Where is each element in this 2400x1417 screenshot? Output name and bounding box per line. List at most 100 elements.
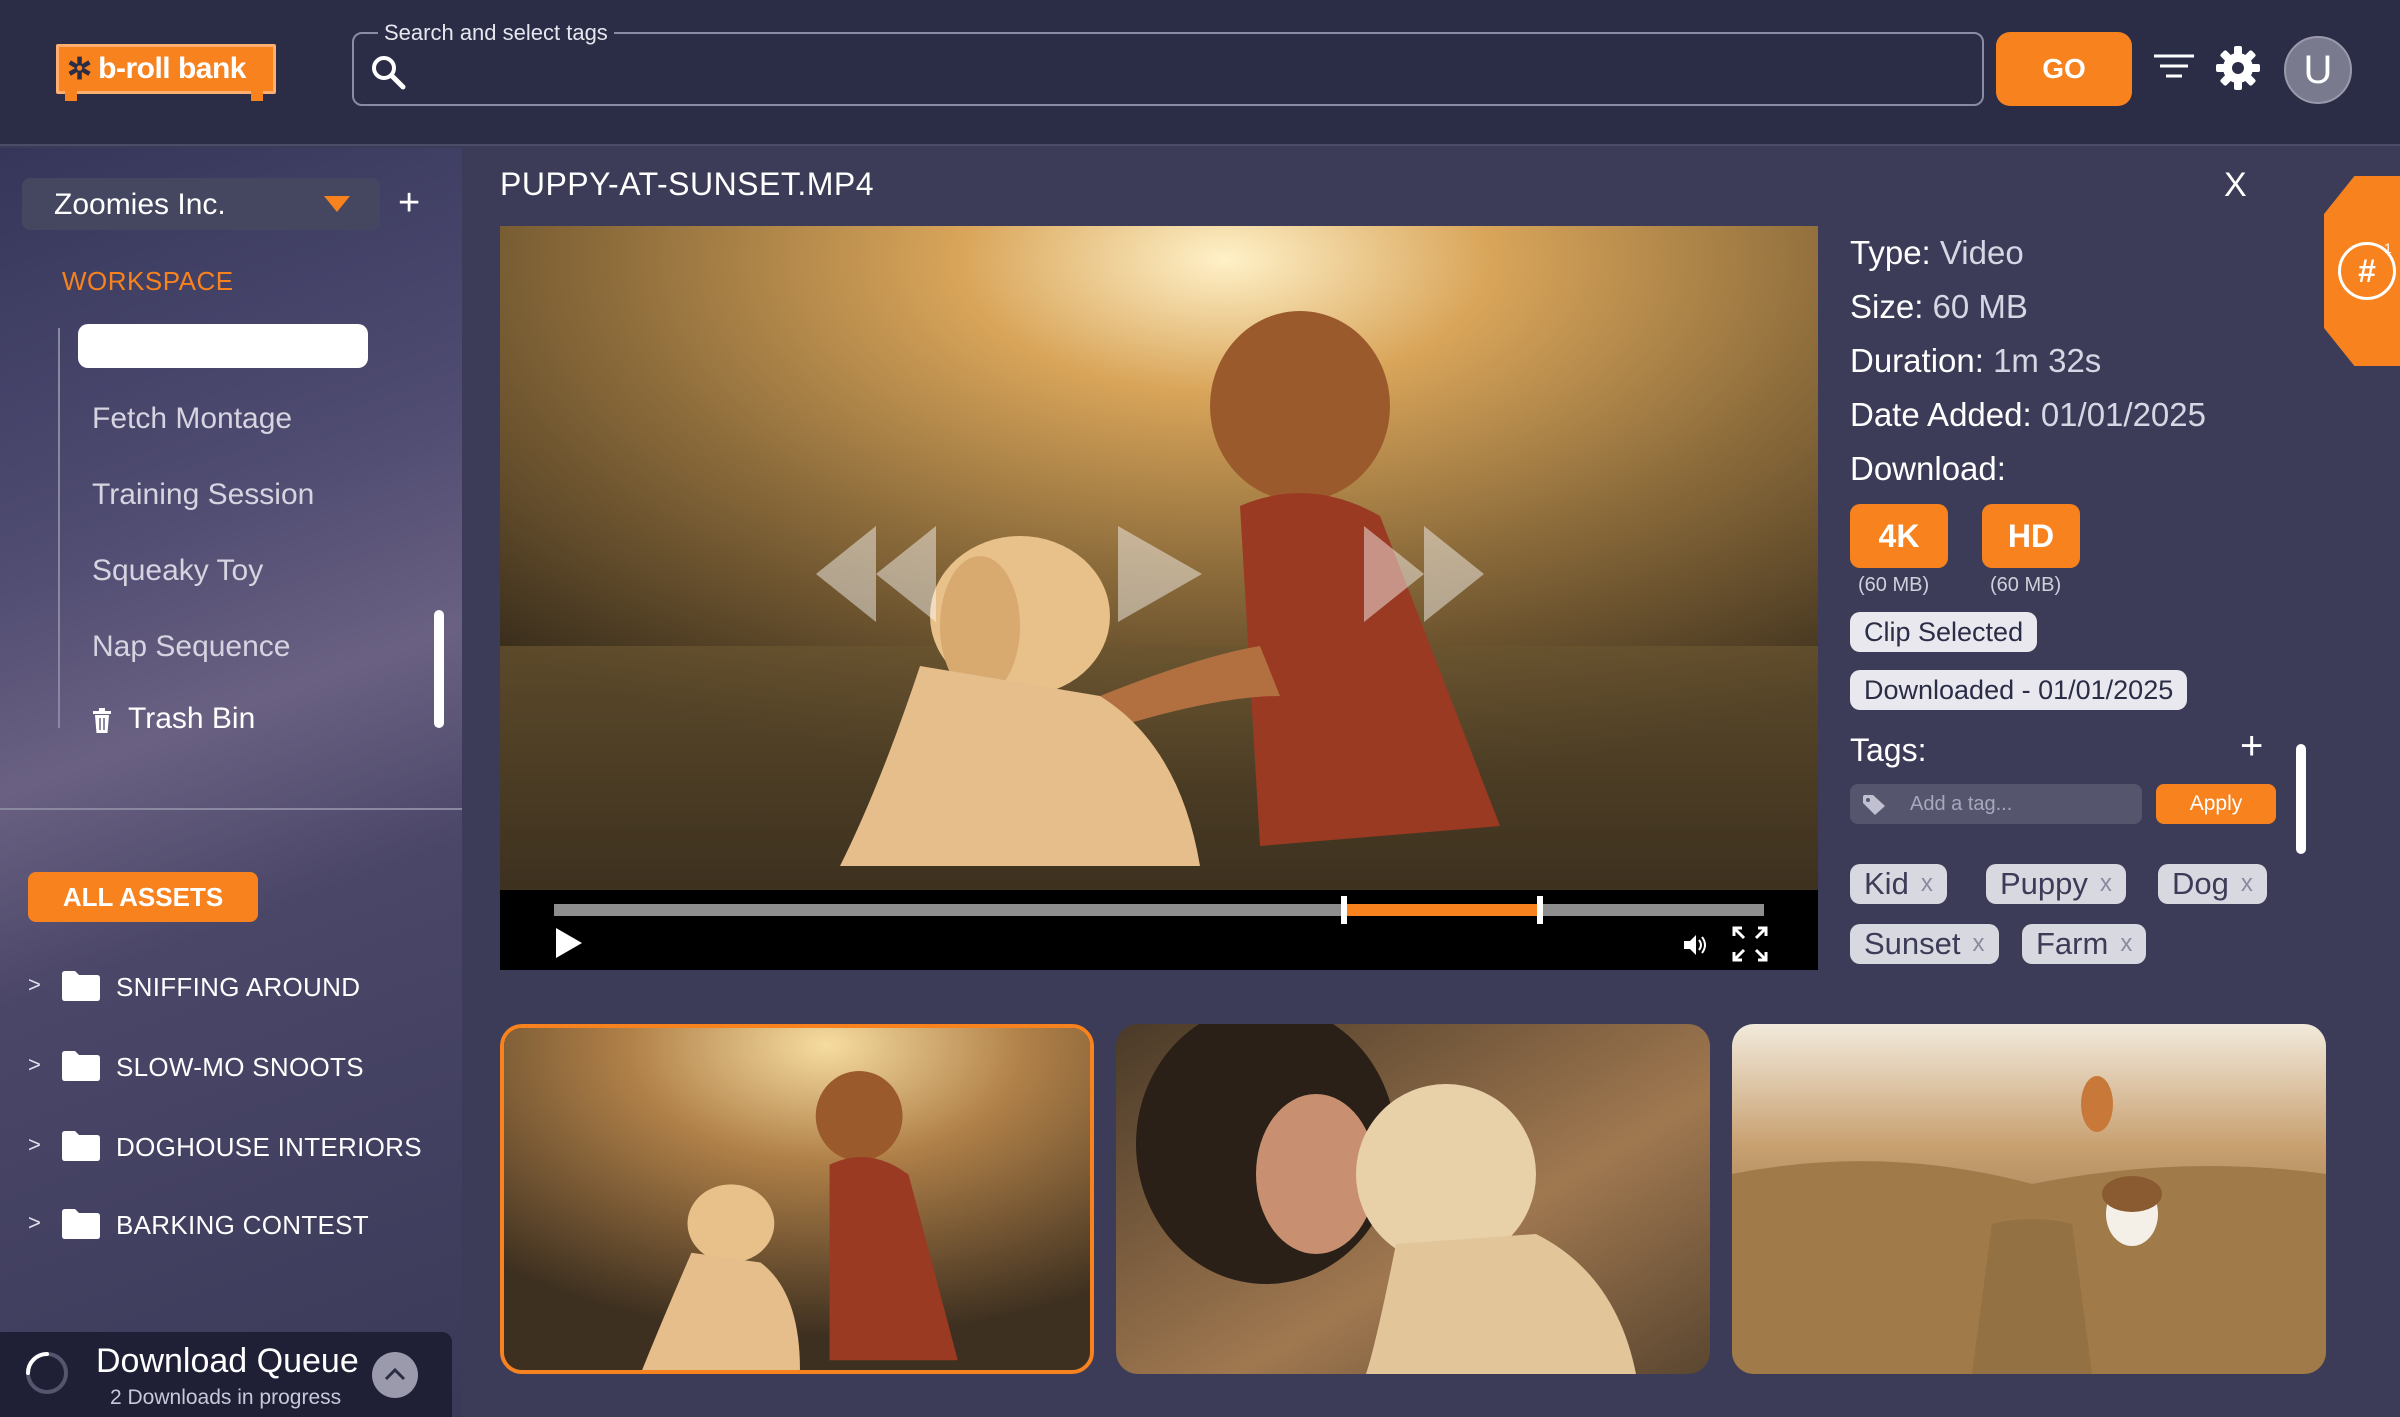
organization-name: Zoomies Inc. bbox=[54, 188, 226, 221]
all-assets-button[interactable]: ALL ASSETS bbox=[28, 872, 258, 922]
logo-tab-decoration bbox=[251, 91, 263, 101]
thumbnail-puppy-at-sunset[interactable] bbox=[500, 1024, 1094, 1374]
tag-chip[interactable]: Farm x bbox=[2022, 924, 2147, 964]
fast-forward-icon[interactable] bbox=[1364, 526, 1484, 622]
info-value: 1m 32s bbox=[1993, 342, 2102, 379]
workspace-item[interactable]: Fetch Montage bbox=[92, 402, 292, 436]
tag-chip[interactable]: Dog x bbox=[2158, 864, 2267, 904]
remove-tag-button[interactable]: x bbox=[2120, 930, 2132, 958]
info-label: Type: bbox=[1850, 234, 1931, 271]
trash-bin-link[interactable]: Trash Bin bbox=[128, 702, 255, 736]
folder-row[interactable]: > DOGHOUSE INTERIORS bbox=[28, 1128, 448, 1168]
remove-tag-button[interactable]: x bbox=[2241, 870, 2253, 898]
playback-timeline[interactable] bbox=[554, 904, 1764, 916]
workspace-item[interactable]: Training Session bbox=[92, 478, 314, 512]
video-player[interactable] bbox=[500, 226, 1818, 890]
add-tag-button[interactable]: + bbox=[2240, 726, 2263, 766]
remove-tag-button[interactable]: x bbox=[1973, 930, 1985, 958]
remove-tag-button[interactable]: x bbox=[1921, 870, 1933, 898]
search-icon bbox=[372, 56, 406, 90]
clip-end-handle[interactable] bbox=[1536, 896, 1543, 924]
search-legend: Search and select tags bbox=[378, 20, 614, 46]
new-workspace-input[interactable] bbox=[78, 324, 368, 368]
trash-icon bbox=[93, 708, 111, 733]
folder-icon bbox=[62, 1209, 100, 1239]
tag-count-badge[interactable]: # 1 bbox=[2324, 176, 2400, 366]
play-icon[interactable] bbox=[554, 926, 584, 960]
logo-text: b-roll bank bbox=[98, 52, 246, 85]
download-queue-status: 2 Downloads in progress bbox=[110, 1386, 342, 1409]
logo-sun-icon: ✲ bbox=[67, 52, 93, 86]
tag-chip[interactable]: Kid x bbox=[1850, 864, 1947, 904]
filter-icon[interactable] bbox=[2152, 50, 2196, 86]
download-hd-button[interactable]: HD bbox=[1982, 504, 2080, 568]
tag-chip[interactable]: Sunset x bbox=[1850, 924, 1999, 964]
folder-label: SNIFFING AROUND bbox=[116, 972, 361, 1002]
folder-row[interactable]: > SNIFFING AROUND bbox=[28, 968, 448, 1008]
download-4k-button[interactable]: 4K bbox=[1850, 504, 1948, 568]
clip-start-handle[interactable] bbox=[1340, 896, 1347, 924]
chevron-right-icon[interactable]: > bbox=[28, 1210, 41, 1236]
folder-label: BARKING CONTEST bbox=[116, 1210, 369, 1240]
info-value: 60 MB bbox=[1932, 288, 2028, 325]
chevron-right-icon[interactable]: > bbox=[28, 1132, 41, 1158]
volume-icon[interactable] bbox=[1682, 932, 1708, 958]
close-button[interactable]: X bbox=[2224, 166, 2247, 205]
brand-logo[interactable]: ✲ b-roll bank bbox=[56, 44, 276, 101]
clip-selection-range[interactable] bbox=[1346, 904, 1537, 916]
tags-scrollbar[interactable] bbox=[2296, 744, 2306, 854]
tag-count: 1 bbox=[2384, 240, 2392, 256]
logo-tab-decoration bbox=[65, 91, 77, 101]
top-header: ✲ b-roll bank Search and select tags GO bbox=[0, 0, 2400, 146]
thumbnail-image bbox=[1732, 1024, 2326, 1374]
go-button[interactable]: GO bbox=[1996, 32, 2132, 106]
thumbnail-puppy-kiss[interactable] bbox=[1116, 1024, 1710, 1374]
add-organization-button[interactable]: + bbox=[398, 184, 420, 222]
sidebar: Zoomies Inc. + WORKSPACE Fetch Montage T… bbox=[0, 148, 462, 1417]
spinner-icon bbox=[26, 1352, 68, 1394]
folder-row[interactable]: > SLOW-MO SNOOTS bbox=[28, 1048, 448, 1088]
chevron-up-icon bbox=[384, 1367, 406, 1381]
download-size: (60 MB) bbox=[1858, 574, 1930, 596]
folder-icon bbox=[62, 1051, 100, 1081]
fullscreen-icon[interactable] bbox=[1732, 926, 1768, 962]
tag-chip[interactable]: Puppy x bbox=[1986, 864, 2126, 904]
play-overlay-icon[interactable] bbox=[1118, 526, 1202, 622]
workspace-item[interactable]: Nap Sequence bbox=[92, 630, 291, 664]
tag-input-field[interactable] bbox=[1850, 784, 2142, 824]
info-label: Size: bbox=[1850, 288, 1924, 325]
folder-label: DOGHOUSE INTERIORS bbox=[116, 1132, 422, 1162]
folder-row[interactable]: > BARKING CONTEST bbox=[28, 1206, 448, 1246]
expand-queue-button[interactable] bbox=[372, 1352, 418, 1398]
tag-search-box[interactable]: Search and select tags bbox=[352, 20, 1984, 106]
tag-chip-label: Puppy bbox=[2000, 866, 2088, 901]
thumbnail-image bbox=[1116, 1024, 1710, 1374]
chevron-right-icon[interactable]: > bbox=[28, 1052, 41, 1078]
chevron-right-icon[interactable]: > bbox=[28, 972, 41, 998]
workspace-tree-line bbox=[58, 328, 60, 728]
info-size: Size: 60 MB bbox=[1850, 288, 2028, 326]
info-duration: Duration: 1m 32s bbox=[1850, 342, 2101, 380]
gear-icon[interactable] bbox=[2214, 44, 2262, 92]
workspace-item[interactable]: Squeaky Toy bbox=[92, 554, 263, 588]
download-queue-panel[interactable]: Download Queue 2 Downloads in progress bbox=[0, 1332, 452, 1417]
folder-icon bbox=[62, 1131, 100, 1161]
thumbnail-puppy-running[interactable] bbox=[1732, 1024, 2326, 1374]
rewind-icon[interactable] bbox=[816, 526, 936, 622]
sidebar-divider bbox=[0, 808, 462, 810]
workspace-scrollbar[interactable] bbox=[434, 610, 444, 728]
clip-selected-badge: Clip Selected bbox=[1850, 612, 2038, 652]
tags-title: Tags: bbox=[1850, 732, 1927, 768]
user-avatar[interactable]: U bbox=[2284, 36, 2352, 104]
apply-tag-button[interactable]: Apply bbox=[2156, 784, 2276, 824]
organization-select[interactable]: Zoomies Inc. bbox=[22, 178, 380, 230]
tag-chip-label: Sunset bbox=[1864, 926, 1961, 961]
video-control-bar bbox=[500, 890, 1818, 970]
file-title: PUPPY-AT-SUNSET.MP4 bbox=[500, 166, 875, 202]
download-size: (60 MB) bbox=[1990, 574, 2062, 596]
downloaded-badge: Downloaded - 01/01/2025 bbox=[1850, 670, 2188, 710]
remove-tag-button[interactable]: x bbox=[2100, 870, 2112, 898]
info-type: Type: Video bbox=[1850, 234, 2024, 272]
search-input[interactable] bbox=[418, 44, 1958, 94]
tag-input[interactable] bbox=[1910, 790, 2130, 818]
